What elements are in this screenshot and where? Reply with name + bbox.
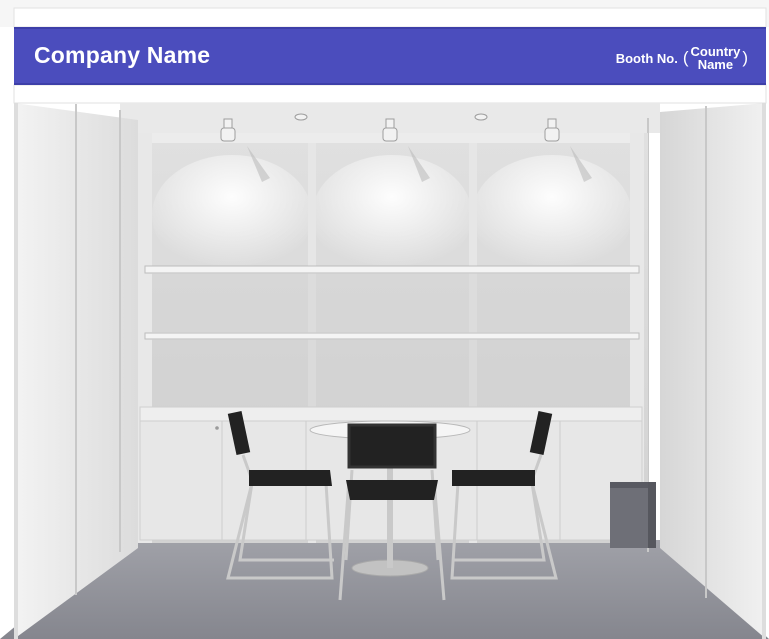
paren-open: ( bbox=[682, 48, 689, 67]
waste-bin bbox=[610, 482, 656, 548]
country-name: Country Name bbox=[690, 45, 740, 71]
booth-scene bbox=[0, 0, 769, 639]
fascia-banner: Company Name Booth No. ( Country Name ) bbox=[14, 27, 766, 85]
company-name: Company Name bbox=[34, 42, 211, 68]
booth-label: Booth No. bbox=[615, 50, 678, 66]
booth-number-label: Booth No. ( Country Name ) bbox=[616, 41, 748, 75]
paren-close: ) bbox=[742, 48, 748, 67]
shelves bbox=[144, 265, 640, 407]
booth-render: Company Name Booth No. ( Country Name ) bbox=[0, 0, 769, 639]
country-line-2: Name bbox=[697, 57, 734, 72]
right-wall bbox=[660, 103, 766, 639]
